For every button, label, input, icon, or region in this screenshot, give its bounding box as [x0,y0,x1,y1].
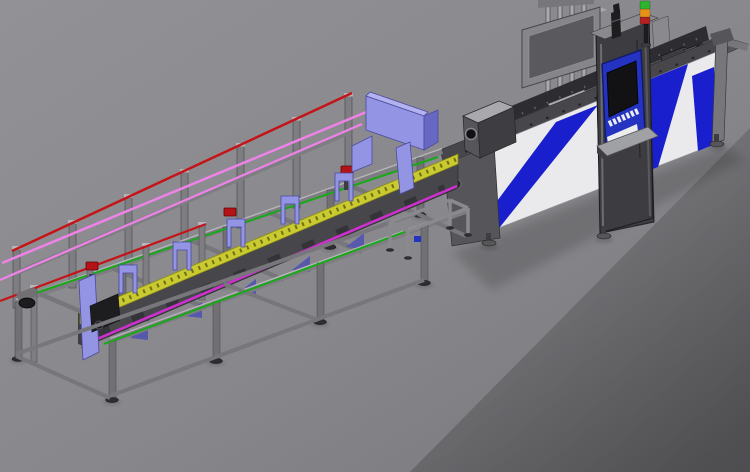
signal-base [641,43,651,47]
end-roller [19,298,35,308]
signal-green-lamp [640,1,650,9]
signal-pole [644,24,648,44]
signal-red-lamp [640,17,650,24]
pneumatic-valve [414,236,421,242]
signal-amber-lamp [640,9,650,17]
chuck-bore [466,129,477,140]
cad-render-viewport: Isometric 3D CAD rendering: automatic pi… [0,0,750,472]
